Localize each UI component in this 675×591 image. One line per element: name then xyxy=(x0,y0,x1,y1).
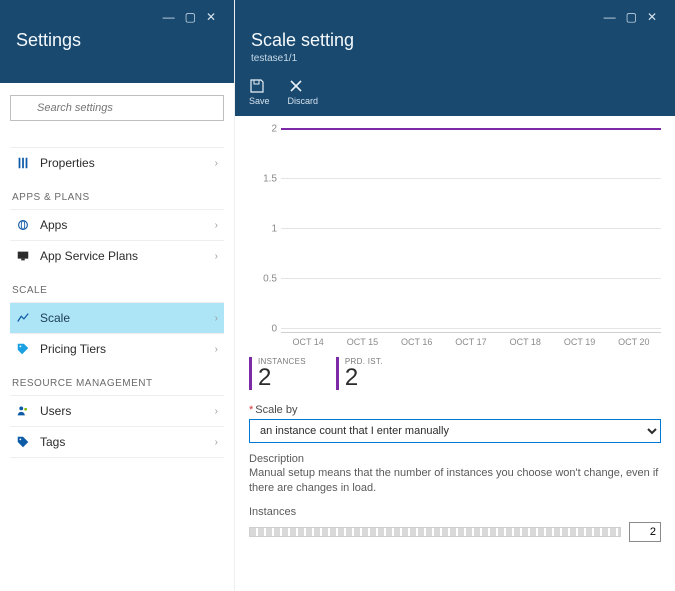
chevron-right-icon: › xyxy=(215,220,218,231)
x-tick: OCT 20 xyxy=(607,333,661,347)
x-tick: OCT 15 xyxy=(335,333,389,347)
save-label: Save xyxy=(249,96,270,106)
sidebar-item-properties[interactable]: Properties › xyxy=(10,147,224,178)
apps-icon xyxy=(16,218,30,232)
instances-input[interactable] xyxy=(629,522,661,542)
discard-button[interactable]: Discard xyxy=(288,78,319,106)
y-tick: 2 xyxy=(253,124,277,135)
sidebar-item-label: Users xyxy=(40,404,71,418)
maximize-icon[interactable]: ▢ xyxy=(626,10,637,24)
sidebar-item-label: Pricing Tiers xyxy=(40,342,106,356)
description-heading: Description xyxy=(249,453,661,465)
tags-icon xyxy=(16,435,30,449)
discard-icon xyxy=(288,78,319,94)
scale-header: — ▢ ✕ Scale setting testase1/1 Save Disc… xyxy=(235,0,675,116)
scale-by-label: *Scale by xyxy=(249,404,661,416)
stat-instances: INSTANCES 2 xyxy=(249,357,306,390)
chart-series-line xyxy=(281,128,661,130)
sidebar-item-scale[interactable]: Scale › xyxy=(10,302,224,333)
blade-title: Scale setting xyxy=(249,28,661,51)
window-controls-right: — ▢ ✕ xyxy=(249,8,661,28)
sidebar-item-label: Scale xyxy=(40,311,70,325)
group-resource-mgmt: RESOURCE MANAGEMENT xyxy=(12,378,222,389)
description-text: Manual setup means that the number of in… xyxy=(249,466,661,496)
properties-icon xyxy=(16,156,30,170)
y-tick: 1.5 xyxy=(253,174,277,185)
group-apps-plans: APPS & PLANS xyxy=(12,192,222,203)
sidebar-item-label: App Service Plans xyxy=(40,249,138,263)
instances-chart: 2 1.5 1 0.5 0 xyxy=(281,128,661,328)
maximize-icon[interactable]: ▢ xyxy=(185,10,196,24)
close-icon[interactable]: ✕ xyxy=(206,10,216,24)
pricing-icon xyxy=(16,342,30,356)
x-tick: OCT 14 xyxy=(281,333,335,347)
stat-value: 2 xyxy=(345,366,383,390)
settings-title: Settings xyxy=(14,28,220,73)
minimize-icon[interactable]: — xyxy=(163,10,175,24)
search-wrap xyxy=(10,95,224,121)
x-tick: OCT 19 xyxy=(552,333,606,347)
sidebar-item-tags[interactable]: Tags › xyxy=(10,426,224,458)
x-tick: OCT 18 xyxy=(498,333,552,347)
sidebar-item-label: Tags xyxy=(40,435,65,449)
chevron-right-icon: › xyxy=(215,344,218,355)
sidebar-item-app-service-plans[interactable]: App Service Plans › xyxy=(10,240,224,271)
instances-slider[interactable] xyxy=(249,527,621,537)
chevron-right-icon: › xyxy=(215,406,218,417)
stat-prd-ist: PRD. IST. 2 xyxy=(336,357,383,390)
sidebar-item-label: Apps xyxy=(40,218,67,232)
chart-x-axis: OCT 14 OCT 15 OCT 16 OCT 17 OCT 18 OCT 1… xyxy=(281,332,661,347)
x-tick: OCT 17 xyxy=(444,333,498,347)
scale-icon xyxy=(16,311,30,325)
close-icon[interactable]: ✕ xyxy=(647,10,657,24)
minimize-icon[interactable]: — xyxy=(604,10,616,24)
y-tick: 0.5 xyxy=(253,274,277,285)
sidebar-item-users[interactable]: Users › xyxy=(10,395,224,426)
blade-subtitle: testase1/1 xyxy=(249,51,661,72)
sidebar-item-apps[interactable]: Apps › xyxy=(10,209,224,240)
chevron-right-icon: › xyxy=(215,158,218,169)
stat-value: 2 xyxy=(258,366,306,390)
plans-icon xyxy=(16,249,30,263)
settings-header: — ▢ ✕ Settings xyxy=(0,0,234,83)
sidebar-item-pricing-tiers[interactable]: Pricing Tiers › xyxy=(10,333,224,364)
y-tick: 1 xyxy=(253,224,277,235)
y-tick: 0 xyxy=(253,324,277,335)
save-button[interactable]: Save xyxy=(249,78,270,106)
discard-label: Discard xyxy=(288,96,319,106)
sidebar-item-label: Properties xyxy=(40,156,95,170)
search-input[interactable] xyxy=(10,95,224,121)
group-scale: SCALE xyxy=(12,285,222,296)
chevron-right-icon: › xyxy=(215,251,218,262)
save-icon xyxy=(249,78,270,94)
chevron-right-icon: › xyxy=(215,313,218,324)
users-icon xyxy=(16,404,30,418)
window-controls-left: — ▢ ✕ xyxy=(14,8,220,28)
instances-heading: Instances xyxy=(249,506,661,518)
chevron-right-icon: › xyxy=(215,437,218,448)
x-tick: OCT 16 xyxy=(390,333,444,347)
scale-by-select[interactable]: an instance count that I enter manually xyxy=(249,419,661,443)
